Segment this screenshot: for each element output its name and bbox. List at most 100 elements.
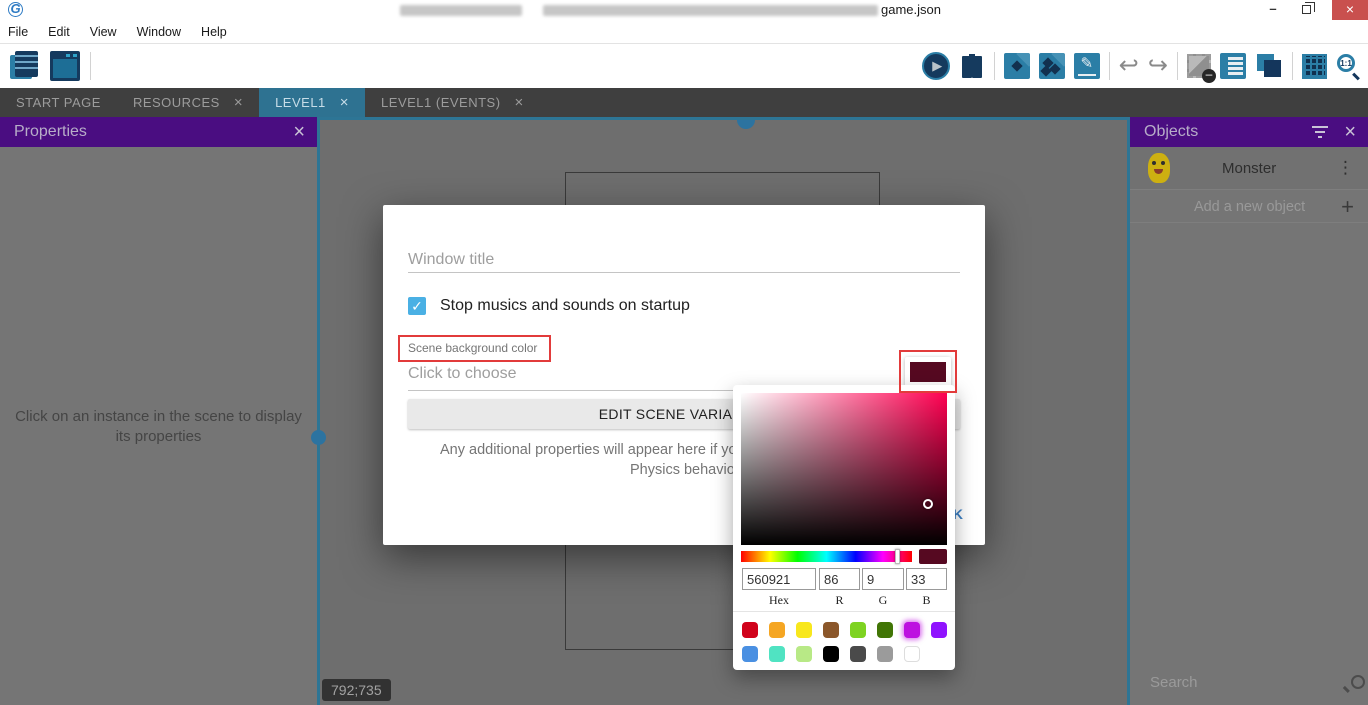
canvas-top-divider[interactable] <box>320 117 1127 120</box>
picker-divider <box>733 611 955 612</box>
hue-slider[interactable] <box>741 551 912 562</box>
redacted-title-segment <box>400 5 522 16</box>
hex-input[interactable] <box>742 568 816 590</box>
stop-sounds-label: Stop musics and sounds on startup <box>440 297 690 315</box>
objects-search-input[interactable] <box>1150 674 1349 691</box>
objects-editor-icon[interactable] <box>1039 53 1065 79</box>
layers-icon[interactable] <box>1255 52 1283 80</box>
toolbar-separator <box>1292 52 1293 80</box>
gdevelop-logo-icon: G <box>8 2 23 17</box>
close-properties-icon[interactable]: × <box>293 121 305 144</box>
redacted-title-segment <box>543 5 878 16</box>
start-page-icon[interactable] <box>50 51 80 81</box>
mask-icon[interactable] <box>1187 54 1211 78</box>
left-panel-resize-handle[interactable] <box>311 430 326 445</box>
left-panel-divider[interactable] <box>317 117 320 705</box>
properties-panel-title: Properties <box>14 123 293 141</box>
preset-swatch[interactable] <box>877 622 893 638</box>
blue-input[interactable] <box>906 568 947 590</box>
green-input[interactable] <box>862 568 904 590</box>
toolbar-separator <box>1109 52 1110 80</box>
menu-edit[interactable]: Edit <box>38 20 80 44</box>
preset-swatch[interactable] <box>796 622 812 638</box>
toolbar-separator <box>90 52 91 80</box>
zoom-icon[interactable]: 1:1 <box>1336 53 1362 79</box>
debug-icon[interactable] <box>959 53 985 79</box>
properties-panel: Click on an instance in the scene to dis… <box>0 147 317 705</box>
green-label: G <box>862 593 904 608</box>
close-window-button[interactable]: × <box>1332 0 1368 20</box>
tab-label: LEVEL1 <box>275 95 326 110</box>
preset-swatch-selected[interactable] <box>904 622 920 638</box>
tab-start-page[interactable]: START PAGE <box>0 88 117 117</box>
menu-file[interactable]: File <box>0 20 38 44</box>
filter-icon[interactable] <box>1312 126 1328 138</box>
red-input[interactable] <box>819 568 860 590</box>
instances-list-icon[interactable] <box>1220 53 1246 79</box>
close-objects-icon[interactable]: × <box>1344 121 1356 144</box>
hue-slider-handle[interactable] <box>895 549 900 564</box>
restore-icon <box>1302 5 1311 14</box>
restore-button[interactable] <box>1292 0 1322 20</box>
color-field-value[interactable]: Click to choose <box>408 365 517 383</box>
object-row-monster[interactable]: Monster ⋮ <box>1130 147 1368 190</box>
toolbar: ▶ ✎ ↩ ↪ 1:1 <box>0 44 1368 88</box>
red-label: R <box>819 593 860 608</box>
preset-swatch[interactable] <box>823 622 839 638</box>
play-icon[interactable]: ▶ <box>922 52 950 80</box>
menu-view[interactable]: View <box>80 20 127 44</box>
menu-help[interactable]: Help <box>191 20 237 44</box>
toolbar-separator <box>994 52 995 80</box>
helper-text-line1: Any additional properties will appear he… <box>440 442 737 458</box>
title-bar: G game.json – × <box>0 0 1368 20</box>
preset-swatch[interactable] <box>769 646 785 662</box>
object-name: Monster <box>1222 160 1337 177</box>
minimize-button[interactable]: – <box>1258 0 1288 20</box>
preset-swatch[interactable] <box>742 646 758 662</box>
redo-icon[interactable]: ↪ <box>1148 53 1168 79</box>
preset-swatch[interactable] <box>823 646 839 662</box>
preset-swatch[interactable] <box>931 622 947 638</box>
project-manager-icon[interactable] <box>10 51 40 81</box>
window-title: game.json <box>881 2 941 17</box>
tab-label: LEVEL1 (EVENTS) <box>381 95 501 110</box>
add-object-row[interactable]: Add a new object + <box>1130 191 1368 223</box>
stop-sounds-checkbox[interactable]: ✓ <box>408 297 426 315</box>
object-menu-icon[interactable]: ⋮ <box>1337 158 1354 178</box>
annotation-scene-background-label <box>398 335 551 362</box>
menu-window[interactable]: Window <box>127 20 191 44</box>
edit-scene-icon[interactable]: ✎ <box>1074 53 1100 79</box>
tab-level1[interactable]: LEVEL1 × <box>259 88 365 117</box>
properties-panel-header: Properties × <box>0 117 317 147</box>
saturation-area[interactable] <box>741 393 947 545</box>
close-tab-icon[interactable]: × <box>234 94 243 111</box>
tab-resources[interactable]: RESOURCES × <box>117 88 259 117</box>
close-tab-icon[interactable]: × <box>340 94 349 111</box>
tab-level1-events[interactable]: LEVEL1 (EVENTS) × <box>365 88 540 117</box>
preset-swatch[interactable] <box>877 646 893 662</box>
tab-label: RESOURCES <box>133 95 220 110</box>
preset-swatch[interactable] <box>904 646 920 662</box>
saturation-cursor[interactable] <box>923 499 933 509</box>
grid-icon[interactable] <box>1302 54 1327 79</box>
preset-swatch[interactable] <box>769 622 785 638</box>
window-title-field[interactable] <box>408 247 960 273</box>
add-object-label: Add a new object <box>1130 199 1341 215</box>
objects-search-row <box>1130 660 1368 705</box>
properties-empty-message: Click on an instance in the scene to dis… <box>0 407 317 447</box>
undo-icon[interactable]: ↩ <box>1119 53 1139 79</box>
menu-bar: File Edit View Window Help <box>0 20 1368 44</box>
preset-swatch[interactable] <box>850 622 866 638</box>
helper-text-line2: Physics behavio <box>630 462 735 478</box>
add-object-icon[interactable]: + <box>1341 194 1354 220</box>
preset-swatch[interactable] <box>796 646 812 662</box>
blue-label: B <box>906 593 947 608</box>
add-instance-icon[interactable] <box>1004 53 1030 79</box>
search-icon <box>1349 673 1352 693</box>
close-tab-icon[interactable]: × <box>515 94 524 111</box>
preset-swatch[interactable] <box>850 646 866 662</box>
current-color-swatch <box>919 549 947 564</box>
cursor-coordinates-badge: 792;735 <box>322 679 391 701</box>
preset-swatch[interactable] <box>742 622 758 638</box>
tab-bar: START PAGE RESOURCES × LEVEL1 × LEVEL1 (EV… <box>0 88 1368 117</box>
